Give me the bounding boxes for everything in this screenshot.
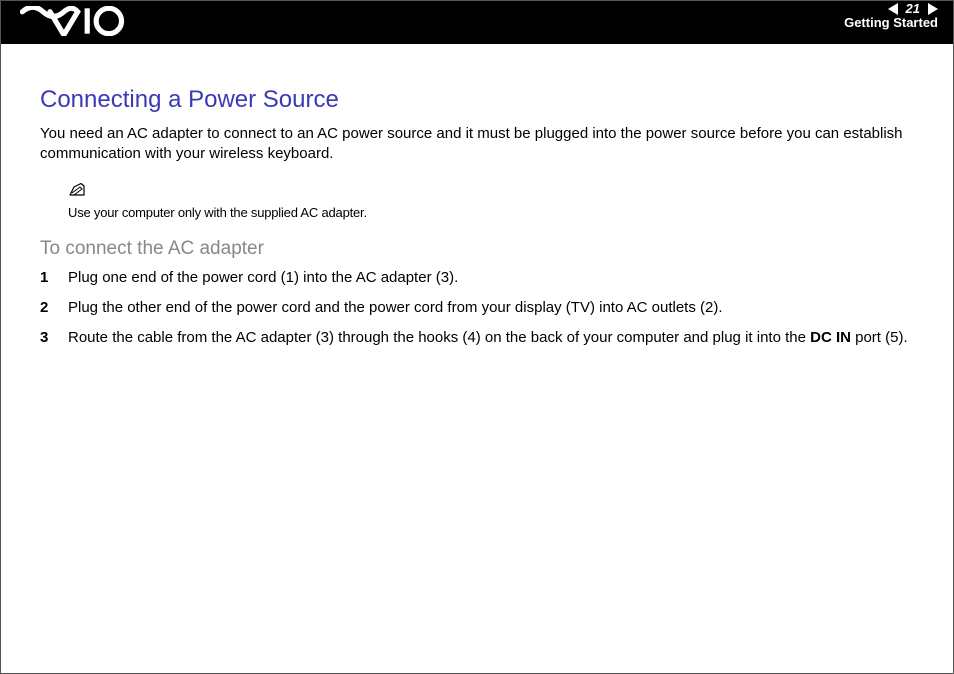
note-icon [68, 183, 914, 202]
sub-heading: To connect the AC adapter [40, 238, 914, 260]
next-page-arrow-icon[interactable] [924, 3, 938, 15]
header-nav: 21 Getting Started [844, 2, 938, 31]
step-item: Plug one end of the power cord (1) into … [40, 268, 914, 288]
step-item: Plug the other end of the power cord and… [40, 298, 914, 318]
step-text-bold: DC IN [810, 329, 851, 346]
step-text: Plug the other end of the power cord and… [68, 299, 723, 316]
header-bar: 21 Getting Started [0, 0, 954, 44]
intro-paragraph: You need an AC adapter to connect to an … [40, 124, 914, 165]
page-heading: Connecting a Power Source [40, 86, 914, 114]
step-text: Plug one end of the power cord (1) into … [68, 269, 458, 286]
page-number: 21 [906, 2, 920, 16]
note-text: Use your computer only with the supplied… [68, 205, 367, 220]
page-content: Connecting a Power Source You need an AC… [0, 44, 954, 348]
vaio-logo [20, 6, 140, 36]
steps-list: Plug one end of the power cord (1) into … [40, 268, 914, 349]
step-item: Route the cable from the AC adapter (3) … [40, 328, 914, 348]
prev-page-arrow-icon[interactable] [888, 3, 902, 15]
header-section-title: Getting Started [844, 16, 938, 30]
step-text-part: port (5). [851, 329, 908, 346]
step-text-part: Route the cable from the AC adapter (3) … [68, 329, 810, 346]
note-block: Use your computer only with the supplied… [68, 183, 914, 222]
